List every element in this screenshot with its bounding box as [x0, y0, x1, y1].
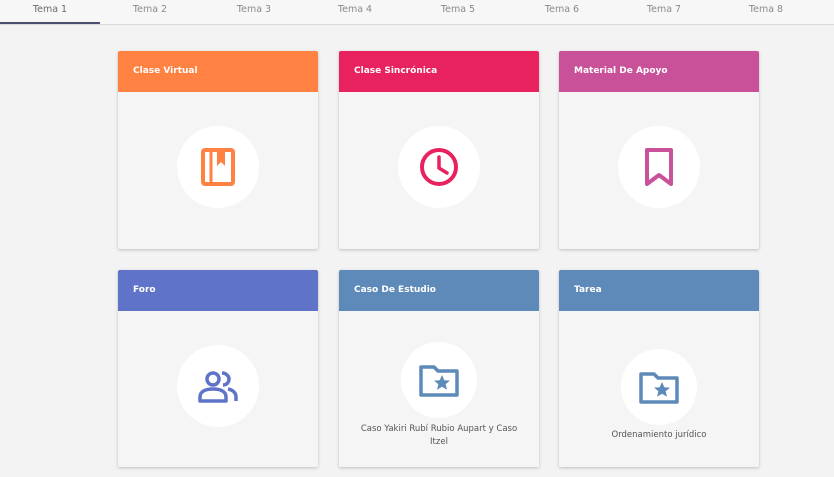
tab-tema-8[interactable]: Tema 8 [716, 0, 816, 24]
icon-circle [177, 345, 259, 427]
card-clase-sincronica[interactable]: Clase Sincrónica [339, 51, 539, 249]
bookmark-icon [645, 148, 673, 186]
people-icon [198, 371, 238, 403]
card-header: Tarea [559, 270, 759, 311]
card-header: Clase Virtual [118, 51, 318, 92]
card-header: Material De Apoyo [559, 51, 759, 92]
icon-circle [398, 126, 480, 208]
tab-tema-1[interactable]: Tema 1 [0, 0, 100, 24]
folder-star-icon [639, 372, 679, 404]
icon-circle [621, 349, 697, 425]
card-caption: Ordenamiento jurídico [611, 430, 707, 440]
card-clase-virtual[interactable]: Clase Virtual [118, 51, 318, 249]
card-tarea[interactable]: Tarea Ordenamiento jurídico [559, 270, 759, 467]
tab-tema-4[interactable]: Tema 4 [305, 0, 405, 24]
card-caption: Caso Yakiri Rubí Rubio Aupart y Caso Itz… [360, 424, 518, 447]
card-header: Clase Sincrónica [339, 51, 539, 92]
icon-circle [401, 342, 477, 418]
icon-circle [177, 126, 259, 208]
card-material-de-apoyo[interactable]: Material De Apoyo [559, 51, 759, 249]
tab-tema-3[interactable]: Tema 3 [204, 0, 304, 24]
book-icon [201, 148, 235, 186]
tab-tema-7[interactable]: Tema 7 [614, 0, 714, 24]
card-header: Caso De Estudio [339, 270, 539, 311]
tab-tema-6[interactable]: Tema 6 [512, 0, 612, 24]
topic-tabs: Tema 1 Tema 2 Tema 3 Tema 4 Tema 5 Tema … [0, 0, 834, 25]
icon-circle [618, 126, 700, 208]
folder-star-icon [419, 365, 459, 397]
clock-icon [420, 148, 458, 186]
tab-tema-2[interactable]: Tema 2 [100, 0, 200, 24]
card-header: Foro [118, 270, 318, 311]
tab-tema-5[interactable]: Tema 5 [408, 0, 508, 24]
card-foro[interactable]: Foro [118, 270, 318, 467]
card-caso-de-estudio[interactable]: Caso De Estudio Caso Yakiri Rubí Rubio A… [339, 270, 539, 467]
